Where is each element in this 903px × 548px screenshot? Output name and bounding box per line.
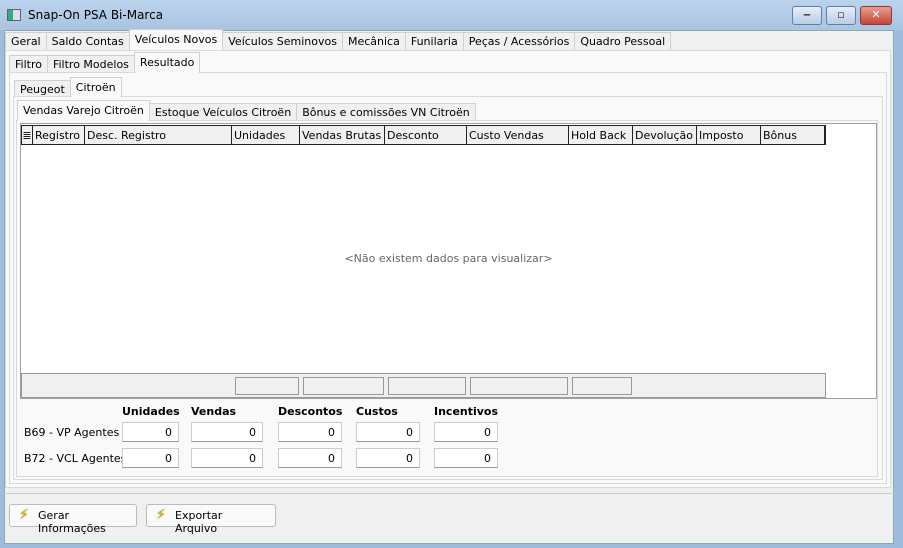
col-devolucao[interactable]: Devolução [633, 126, 697, 144]
col-desconto[interactable]: Desconto [385, 126, 467, 144]
tab-veiculos-novos[interactable]: Veículos Novos [128, 29, 224, 50]
b69-incentivos-field[interactable]: 0 [434, 422, 498, 442]
minimize-button[interactable]: ‒ [792, 6, 822, 25]
row-label-b72: B72 - VCL Agentes [24, 452, 127, 465]
summary-header-descontos: Descontos [278, 405, 343, 418]
app-icon [7, 9, 21, 21]
b72-vendas-field[interactable]: 0 [191, 448, 263, 468]
tab-filtro-modelos[interactable]: Filtro Modelos [46, 55, 135, 73]
tab-pecas-acessorios[interactable]: Peças / Acessórios [462, 32, 576, 50]
b69-descontos-field[interactable]: 0 [278, 422, 342, 442]
maximize-button[interactable]: ▫ [826, 6, 856, 25]
sub-tabs: Filtro Filtro Modelos Resultado [9, 52, 201, 73]
footer-cell [388, 377, 466, 395]
tab-citroen[interactable]: Citroën [69, 77, 122, 98]
export-file-label: Exportar Arquivo [175, 509, 223, 535]
b72-incentivos-field[interactable]: 0 [434, 448, 498, 468]
summary-header-vendas: Vendas [191, 405, 237, 418]
b69-vendas-field[interactable]: 0 [191, 422, 263, 442]
empty-message: <Não existem dados para visualizar> [344, 252, 553, 265]
col-bonus[interactable]: Bônus [761, 126, 825, 144]
lightning-icon: ⚡ [156, 507, 166, 523]
b69-unidades-field[interactable]: 0 [122, 422, 179, 442]
row-label-b69: B69 - VP Agentes [24, 426, 120, 439]
column-chooser-icon[interactable]: ≣ [22, 126, 33, 144]
col-imposto[interactable]: Imposto [697, 126, 761, 144]
grid-header: ≣ Registro Desc. Registro Unidades Venda… [21, 125, 826, 145]
data-grid[interactable]: ≣ Registro Desc. Registro Unidades Venda… [20, 123, 877, 399]
export-file-button[interactable]: ⚡ Exportar Arquivo [146, 504, 276, 535]
report-tabs: Vendas Varejo Citroën Estoque Veículos C… [17, 100, 476, 121]
tab-vendas-varejo[interactable]: Vendas Varejo Citroën [17, 100, 150, 121]
summary-header-unidades: Unidades [122, 405, 180, 418]
tab-quadro-pessoal[interactable]: Quadro Pessoal [574, 32, 672, 50]
tab-filtro[interactable]: Filtro [9, 55, 48, 73]
title-bar: Snap-On PSA Bi-Marca ‒ ▫ ✕ [0, 0, 903, 30]
generate-info-label: Gerar Informações [38, 509, 106, 535]
tab-geral[interactable]: Geral [5, 32, 47, 50]
b72-descontos-field[interactable]: 0 [278, 448, 342, 468]
b72-unidades-field[interactable]: 0 [122, 448, 179, 468]
divider [4, 493, 894, 494]
tab-veiculos-seminovos[interactable]: Veículos Seminovos [222, 32, 343, 50]
tab-resultado[interactable]: Resultado [133, 52, 201, 73]
summary-header-custos: Custos [356, 405, 398, 418]
grid-footer [21, 373, 826, 398]
main-tabs: Geral Saldo Contas Veículos Novos Veícul… [5, 29, 672, 50]
footer-cell [303, 377, 384, 395]
footer-cell [572, 377, 632, 395]
tab-estoque-veiculos[interactable]: Estoque Veículos Citroën [148, 103, 298, 121]
col-registro[interactable]: Registro [33, 126, 85, 144]
summary-header-incentivos: Incentivos [434, 405, 499, 418]
footer-cell [470, 377, 568, 395]
b72-custos-field[interactable]: 0 [356, 448, 420, 468]
lightning-icon: ⚡ [19, 507, 29, 523]
col-vendas-brutas[interactable]: Vendas Brutas [300, 126, 385, 144]
tab-funilaria[interactable]: Funilaria [404, 32, 464, 50]
col-hold-back[interactable]: Hold Back [569, 126, 633, 144]
b69-custos-field[interactable]: 0 [356, 422, 420, 442]
col-desc-registro[interactable]: Desc. Registro [85, 126, 232, 144]
col-custo-vendas[interactable]: Custo Vendas [467, 126, 569, 144]
tab-mecanica[interactable]: Mecânica [341, 32, 406, 50]
col-unidades[interactable]: Unidades [232, 126, 300, 144]
window-title: Snap-On PSA Bi-Marca [28, 8, 164, 22]
tab-bonus-comissoes[interactable]: Bônus e comissões VN Citroën [296, 103, 476, 121]
footer-cell [235, 377, 299, 395]
close-button[interactable]: ✕ [860, 6, 892, 25]
tab-saldo-contas[interactable]: Saldo Contas [45, 32, 130, 50]
generate-info-button[interactable]: ⚡ Gerar Informações [9, 504, 137, 535]
